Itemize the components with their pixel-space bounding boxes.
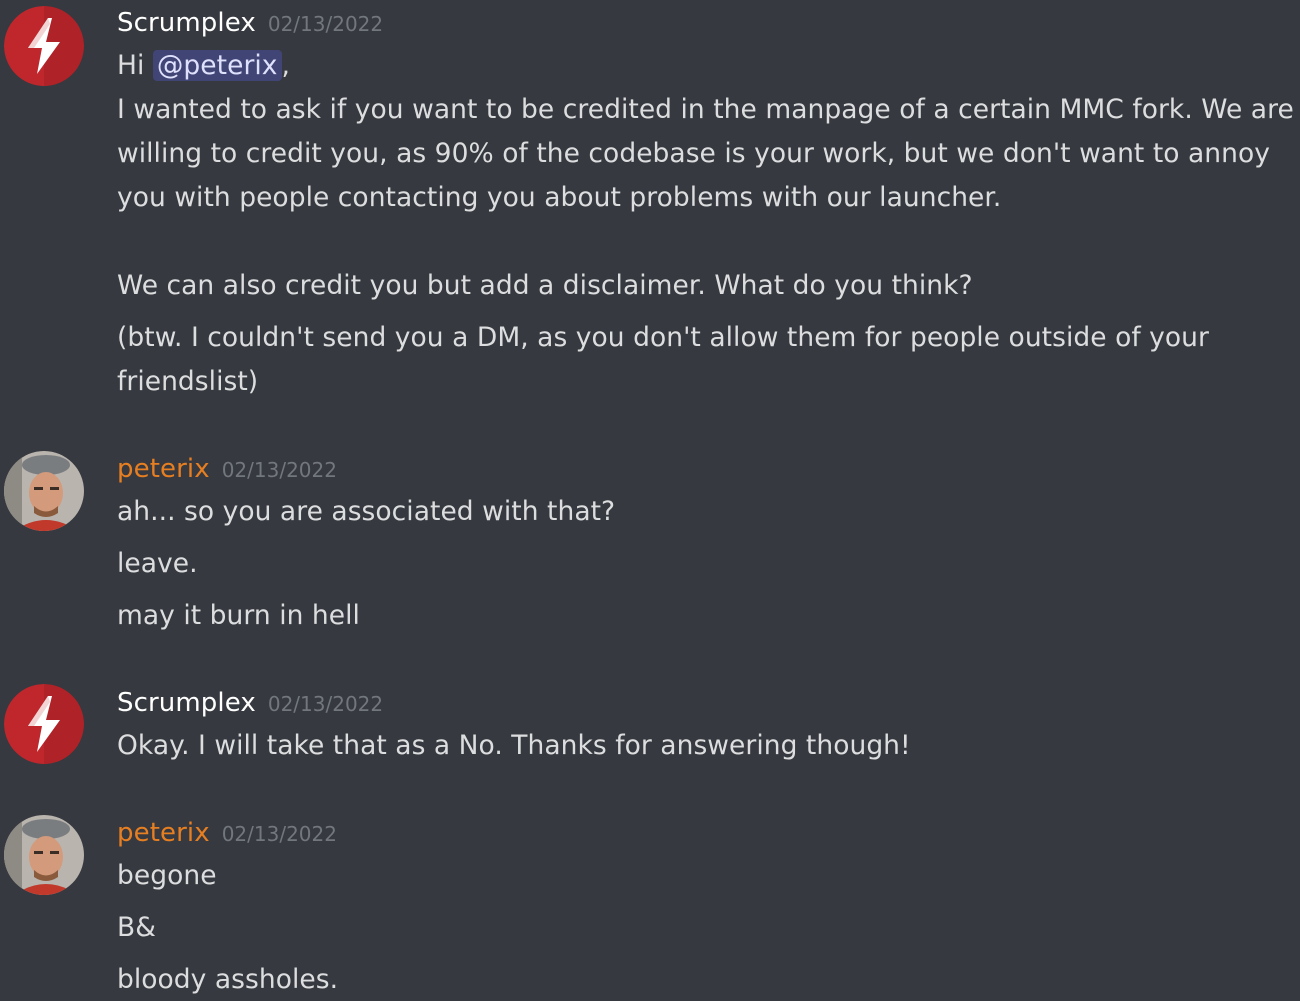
- message-timestamp: 02/13/2022: [267, 692, 384, 716]
- message-line: We can also credit you but add a disclai…: [117, 270, 973, 301]
- lightning-logo-icon: [4, 6, 84, 86]
- user-mention[interactable]: @peterix: [152, 50, 282, 81]
- message-line: you with people contacting you about pro…: [117, 182, 1002, 213]
- message-timestamp: 02/13/2022: [221, 822, 337, 846]
- lightning-logo-icon: [4, 684, 84, 764]
- message-line: bloody assholes.: [117, 964, 339, 995]
- message-line: Okay. I will take that as a No. Thanks f…: [117, 730, 911, 761]
- person-photo-avatar: [4, 815, 84, 895]
- message-line: begone: [117, 860, 217, 891]
- scrumplex-avatar[interactable]: [4, 684, 84, 764]
- message-line: ah... so you are associated with that?: [117, 496, 616, 527]
- message-line: (btw. I couldn't send you a DM, as you d…: [117, 322, 1209, 353]
- scrumplex-avatar[interactable]: [4, 6, 84, 86]
- message-timestamp: 02/13/2022: [221, 458, 337, 482]
- message-text: Hi: [117, 50, 153, 81]
- author-name[interactable]: Scrumplex: [117, 688, 256, 718]
- message-line: B&: [117, 912, 156, 943]
- author-name[interactable]: peterix: [117, 454, 210, 484]
- peterix-avatar[interactable]: [4, 815, 84, 895]
- message-line: willing to credit you, as 90% of the cod…: [117, 138, 1270, 169]
- message-text: ,: [281, 50, 291, 81]
- message-line: I wanted to ask if you want to be credit…: [117, 94, 1294, 125]
- person-photo-avatar: [4, 451, 84, 531]
- message-line: may it burn in hell: [117, 600, 360, 631]
- message-line: friendslist): [117, 366, 259, 397]
- message-line: Hi @peterix,: [117, 44, 290, 88]
- message-line: leave.: [117, 548, 198, 579]
- message-timestamp: 02/13/2022: [267, 12, 384, 36]
- author-name[interactable]: peterix: [117, 818, 210, 848]
- author-name[interactable]: Scrumplex: [117, 8, 256, 38]
- peterix-avatar[interactable]: [4, 451, 84, 531]
